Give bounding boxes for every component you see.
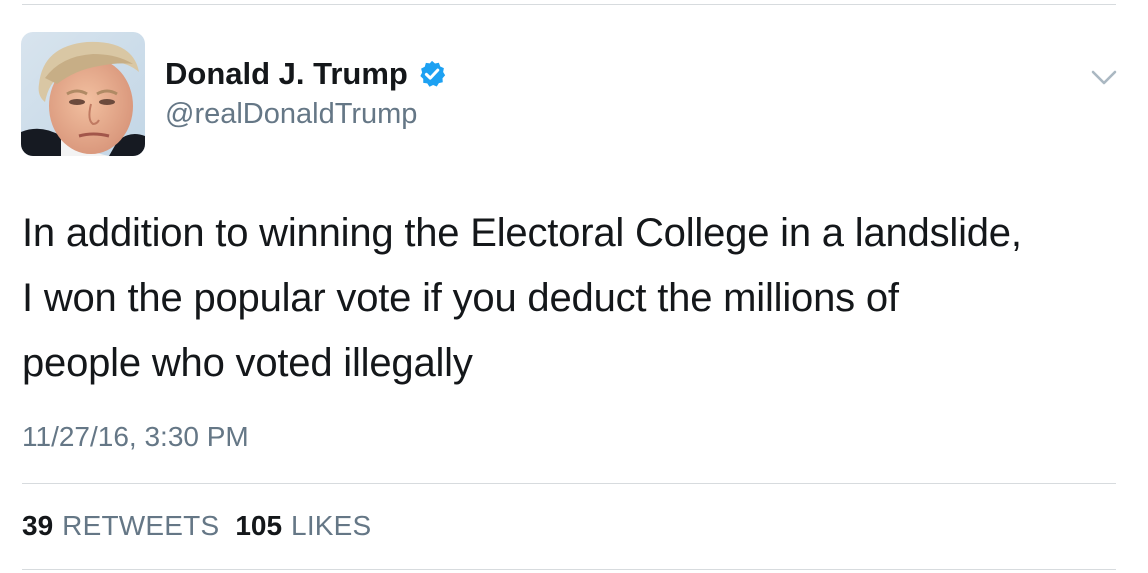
likes-label: LIKES [291,510,372,541]
stats-divider [22,483,1116,484]
tweet-text-line: I won the popular vote if you deduct the… [22,276,899,320]
retweets-count: 39 [22,510,54,541]
tweet-text-line: people who voted illegally [22,341,473,385]
tweet-text: In addition to winning the Electoral Col… [22,201,1122,396]
bottom-divider [22,569,1116,570]
user-handle[interactable]: @realDonaldTrump [165,97,417,131]
likes-count: 105 [235,510,283,541]
tweet-text-line: In addition to winning the Electoral Col… [22,211,1022,255]
retweets-label: RETWEETS [62,510,220,541]
top-divider [22,4,1116,5]
retweets-stat[interactable]: 39 RETWEETS [22,508,219,544]
avatar[interactable] [21,32,145,156]
display-name[interactable]: Donald J. Trump [165,56,408,92]
avatar-image [21,32,145,156]
chevron-down-icon[interactable] [1087,62,1121,92]
author-name-row[interactable]: Donald J. Trump [165,56,447,92]
likes-stat[interactable]: 105 LIKES [235,508,371,544]
timestamp[interactable]: 11/27/16, 3:30 PM [22,420,249,454]
tweet-stats: 39 RETWEETS 105 LIKES [22,508,371,544]
verified-badge-icon [417,59,447,89]
